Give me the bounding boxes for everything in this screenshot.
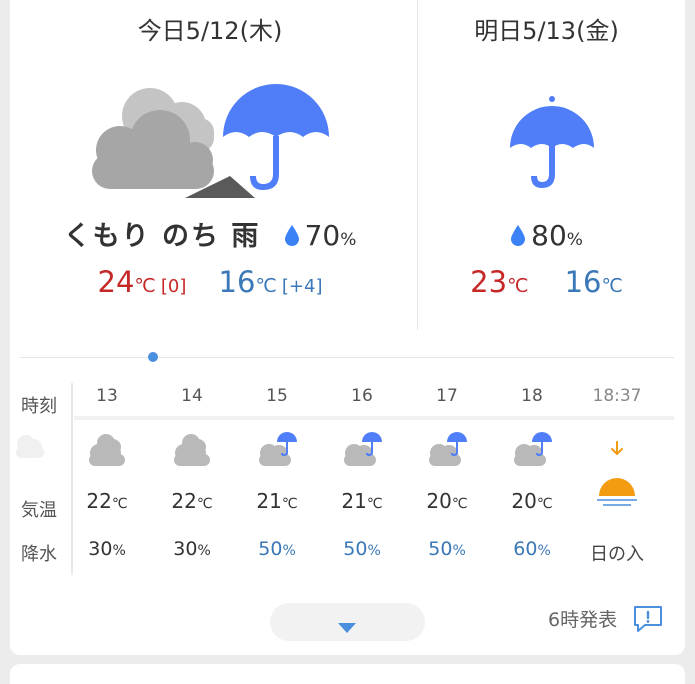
hour-time: 14 (181, 386, 203, 406)
temp-row-label: 気温 (21, 500, 57, 521)
cloud-icon (67, 428, 147, 472)
cloud-icon (12, 433, 46, 463)
hour-time: 17 (436, 386, 458, 406)
today-high-diff: [0] (160, 276, 187, 297)
tomorrow-high-unit: ℃ (507, 275, 529, 297)
sunset-time: 18:37 (592, 386, 642, 406)
hour-temp: 22 (171, 489, 197, 513)
today-pop-unit: % (340, 230, 357, 250)
hour-pop: 60 (513, 538, 538, 560)
time-row-label: 時刻 (21, 396, 57, 417)
section-divider (20, 357, 674, 358)
umbrella-icon (418, 48, 675, 208)
raindrop-icon (284, 219, 300, 263)
pop-row-label: 降水 (21, 544, 57, 565)
announce-time: 6時発表 (548, 609, 618, 631)
hour-temp: 20 (511, 489, 537, 513)
pop-unit: % (452, 543, 466, 559)
cloud-rain-icon (322, 428, 402, 472)
temp-unit: ℃ (111, 496, 128, 512)
tomorrow-date: 明日5/13(金) (474, 17, 619, 45)
today-pop-value: 70 (304, 219, 341, 252)
today-date: 今日5/12(木) (137, 17, 283, 45)
hour-time: 18 (521, 386, 543, 406)
today-forecast: 今日5/12(木) くもり のち 雨 70% 24℃ [0] 16℃ [+4] (10, 0, 410, 302)
tomorrow-low-temp: 16 (564, 265, 602, 299)
temp-unit: ℃ (281, 496, 298, 512)
tomorrow-pop-value: 80 (531, 219, 567, 252)
page-indicator-dot (148, 352, 158, 362)
hour-time: 13 (96, 386, 118, 406)
hour-temp: 21 (256, 489, 282, 513)
hour-pop: 50 (343, 538, 368, 560)
hour-pop: 50 (258, 538, 283, 560)
today-weather-text: くもり のち 雨 (63, 221, 261, 252)
today-high-temp: 24 (97, 265, 135, 299)
hour-temp: 22 (86, 489, 112, 513)
cloudy-then-rain-icon (10, 48, 410, 208)
next-card (10, 664, 685, 684)
hour-row-divider (74, 416, 674, 420)
today-low-unit: ℃ (255, 275, 277, 297)
today-low-temp: 16 (218, 265, 256, 299)
expand-button[interactable] (270, 603, 425, 641)
pop-unit: % (367, 543, 381, 559)
feedback-icon[interactable] (632, 603, 664, 639)
temp-unit: ℃ (536, 496, 553, 512)
tomorrow-pop-unit: % (566, 230, 583, 250)
raindrop-icon (510, 219, 526, 263)
tomorrow-forecast: 明日5/13(金) 80% 23℃ 16℃ (418, 0, 675, 302)
chevron-down-icon (338, 618, 356, 637)
temp-unit: ℃ (196, 496, 213, 512)
tomorrow-low-unit: ℃ (601, 275, 623, 297)
sunset-label: 日の入 (590, 544, 644, 565)
cloud-rain-icon (237, 428, 317, 472)
cloud-icon (152, 428, 232, 472)
pop-unit: % (537, 543, 551, 559)
pop-unit: % (282, 543, 296, 559)
hour-time: 16 (351, 386, 373, 406)
today-low-diff: [+4] (281, 276, 323, 297)
today-high-unit: ℃ (134, 275, 156, 297)
cloud-rain-icon (407, 428, 487, 472)
pop-unit: % (197, 543, 211, 559)
hour-temp: 20 (426, 489, 452, 513)
cloud-rain-icon (492, 428, 572, 472)
temp-unit: ℃ (366, 496, 383, 512)
hour-pop: 50 (428, 538, 453, 560)
hour-pop: 30 (88, 538, 113, 560)
tomorrow-high-temp: 23 (470, 265, 508, 299)
hour-temp: 21 (341, 489, 367, 513)
hour-time: 15 (266, 386, 288, 406)
sunset-icon (577, 436, 657, 512)
pop-unit: % (112, 543, 126, 559)
temp-unit: ℃ (451, 496, 468, 512)
hour-pop: 30 (173, 538, 198, 560)
